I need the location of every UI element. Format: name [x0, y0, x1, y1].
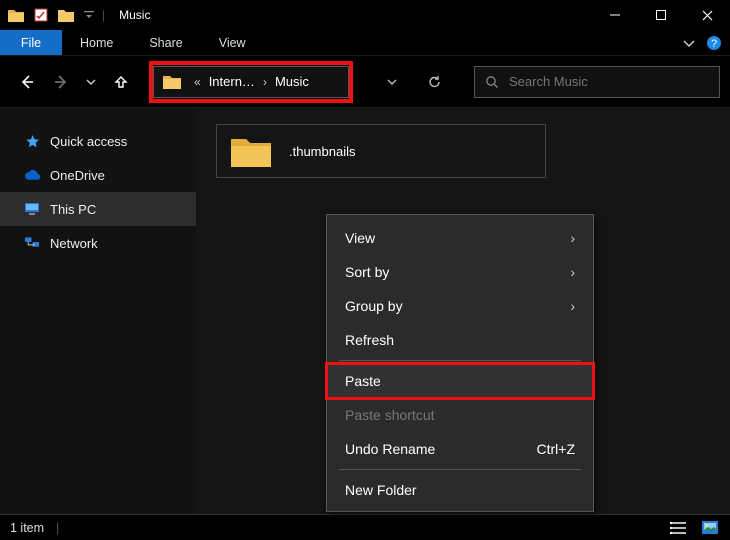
svg-text:?: ? [711, 38, 717, 50]
menu-item-refresh[interactable]: Refresh [327, 323, 593, 357]
address-bar-highlight: « Intern… › Music [150, 62, 352, 102]
menu-divider [339, 360, 581, 361]
navigation-pane: Quick access OneDrive This PC Network [0, 108, 196, 514]
search-icon [485, 75, 499, 89]
forward-button[interactable] [50, 71, 72, 93]
breadcrumb-item[interactable]: Intern… [205, 74, 259, 89]
menu-shortcut: Ctrl+Z [537, 441, 576, 457]
title-separator: | [102, 8, 105, 22]
recent-locations-icon[interactable] [84, 71, 98, 93]
file-explorer-window: | Music File Home Share View ? « Intern…… [0, 0, 730, 540]
address-dropdown-icon[interactable] [378, 68, 406, 96]
help-icon[interactable]: ? [706, 35, 722, 51]
sidebar-item-label: This PC [50, 202, 96, 217]
details-view-icon[interactable] [668, 520, 688, 536]
chevron-right-icon: › [570, 264, 575, 280]
close-button[interactable] [684, 0, 730, 30]
address-bar[interactable]: « Intern… › Music [153, 66, 349, 98]
star-icon [24, 133, 40, 149]
context-menu: View› Sort by› Group by› Refresh Paste P… [326, 214, 594, 512]
sidebar-item-network[interactable]: Network [0, 226, 196, 260]
folder-tile[interactable]: .thumbnails [216, 124, 546, 178]
ribbon-bar: File Home Share View ? [0, 30, 730, 56]
menu-item-undo-rename[interactable]: Undo RenameCtrl+Z [327, 432, 593, 466]
search-box[interactable] [474, 66, 720, 98]
thumbnails-view-icon[interactable] [700, 520, 720, 536]
folder-icon [229, 133, 273, 169]
back-button[interactable] [16, 71, 38, 93]
folder-name: .thumbnails [289, 144, 355, 159]
sidebar-item-quick-access[interactable]: Quick access [0, 124, 196, 158]
navigation-bar: « Intern… › Music [0, 56, 730, 108]
menu-divider [339, 469, 581, 470]
menu-item-group-by[interactable]: Group by› [327, 289, 593, 323]
breadcrumb-overflow[interactable]: « [190, 75, 205, 89]
tab-view[interactable]: View [201, 30, 264, 55]
chevron-right-icon[interactable]: › [259, 75, 271, 89]
menu-item-paste-shortcut: Paste shortcut [327, 398, 593, 432]
folder-icon [7, 6, 25, 24]
search-input[interactable] [509, 74, 709, 89]
titlebar: | Music [0, 0, 730, 30]
menu-item-sort-by[interactable]: Sort by› [327, 255, 593, 289]
file-tab[interactable]: File [0, 30, 62, 55]
status-bar: 1 item | [0, 514, 730, 540]
sidebar-item-label: OneDrive [50, 168, 105, 183]
menu-item-new-folder[interactable]: New Folder [327, 473, 593, 507]
sidebar-item-label: Quick access [50, 134, 127, 149]
network-icon [24, 235, 40, 251]
breadcrumb-item[interactable]: Music [271, 74, 313, 89]
refresh-button[interactable] [420, 68, 448, 96]
cloud-icon [24, 167, 40, 183]
maximize-button[interactable] [638, 0, 684, 30]
monitor-icon [24, 201, 40, 217]
properties-icon[interactable] [32, 6, 50, 24]
menu-item-paste[interactable]: Paste [327, 364, 593, 398]
sidebar-item-label: Network [50, 236, 98, 251]
folder-icon-small [57, 6, 75, 24]
qat-dropdown-icon[interactable] [82, 6, 96, 24]
chevron-right-icon: › [570, 298, 575, 314]
menu-item-view[interactable]: View› [327, 221, 593, 255]
minimize-button[interactable] [592, 0, 638, 30]
sidebar-item-this-pc[interactable]: This PC [0, 192, 196, 226]
ribbon-expand-icon[interactable] [682, 36, 696, 50]
sidebar-item-onedrive[interactable]: OneDrive [0, 158, 196, 192]
chevron-right-icon: › [570, 230, 575, 246]
tab-home[interactable]: Home [62, 30, 131, 55]
folder-icon [160, 74, 184, 89]
window-title: Music [119, 8, 150, 22]
up-button[interactable] [110, 71, 132, 93]
status-text: 1 item [10, 521, 44, 535]
tab-share[interactable]: Share [131, 30, 200, 55]
